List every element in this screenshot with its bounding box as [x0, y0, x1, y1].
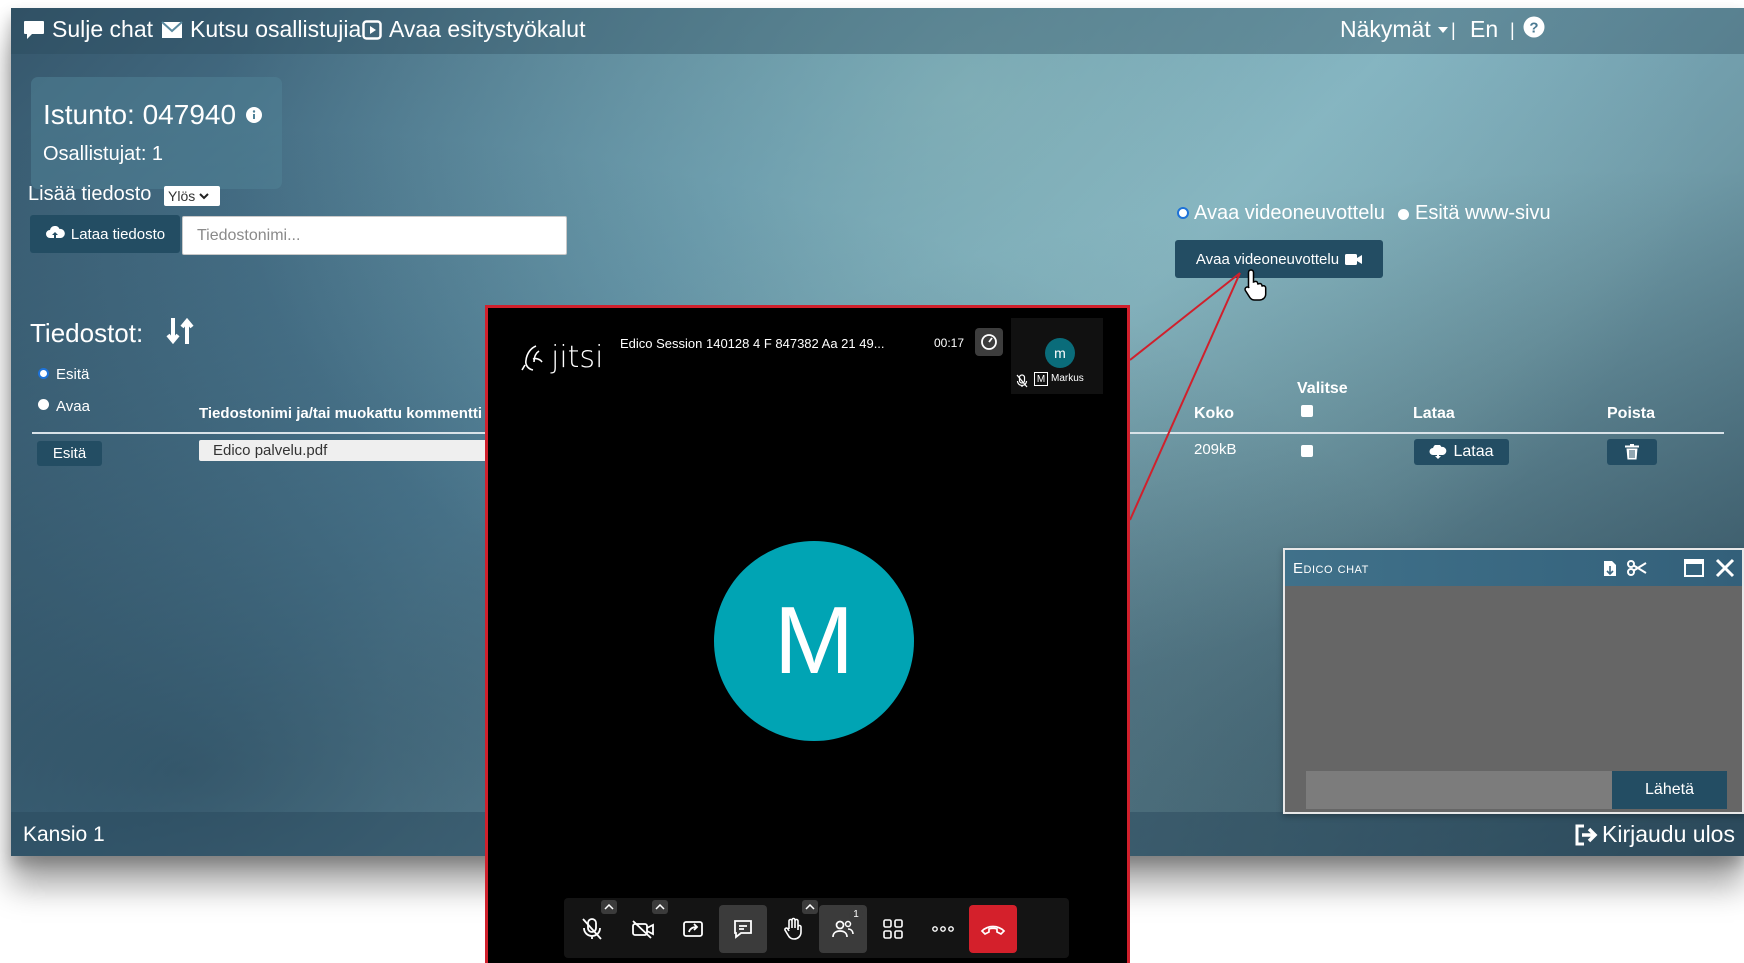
maximize-icon[interactable] — [1684, 559, 1704, 577]
screen: Sulje chat Kutsu osallistujia Avaa esity… — [0, 0, 1744, 963]
participants-button[interactable]: 1 — [819, 905, 867, 953]
moderator-badge: M — [1034, 372, 1048, 386]
speaker-avatar: M — [714, 541, 914, 741]
grid-icon — [883, 919, 903, 939]
scissors-icon[interactable] — [1627, 560, 1647, 576]
chevron-up-icon — [604, 904, 614, 910]
thumb-name: Markus — [1051, 373, 1084, 384]
jitsi-logo: jitsi — [521, 340, 603, 375]
jitsi-window: jitsi Edico Session 140128 4 F 847382 Aa… — [485, 305, 1130, 963]
gauge-icon — [981, 334, 997, 350]
camera-off-icon — [632, 920, 654, 939]
hangup-icon — [980, 925, 1006, 935]
screen-share-icon — [683, 921, 703, 937]
hand-cursor-icon — [1244, 269, 1267, 301]
mic-muted-icon — [1016, 374, 1028, 388]
chat-window: Edico chat Lähetä — [1283, 548, 1744, 814]
jitsi-logo-text: jitsi — [551, 340, 604, 375]
chat-title: Edico chat — [1293, 560, 1369, 577]
screen-share-button[interactable] — [669, 905, 717, 953]
raise-hand-icon — [784, 917, 802, 940]
send-message-button[interactable]: Lähetä — [1612, 771, 1727, 809]
camera-options-caret[interactable] — [652, 900, 668, 914]
chat-header: Edico chat — [1285, 550, 1742, 586]
mic-muted-icon — [582, 918, 602, 940]
chat-toggle-button[interactable] — [719, 905, 767, 953]
mic-options-caret[interactable] — [601, 900, 617, 914]
jitsi-session-title: Edico Session 140128 4 F 847382 Aa 21 49… — [620, 336, 885, 351]
chat-message-input[interactable] — [1306, 771, 1612, 809]
jitsi-toolbar: 1 — [564, 898, 1069, 958]
tile-view-button[interactable] — [869, 905, 917, 953]
close-icon[interactable] — [1715, 558, 1735, 578]
participant-thumbnail[interactable]: m M Markus — [1011, 318, 1103, 394]
save-chat-icon[interactable] — [1603, 560, 1617, 577]
connection-stats-button[interactable] — [975, 328, 1003, 356]
thumb-avatar: m — [1045, 338, 1075, 368]
hangup-button[interactable] — [969, 905, 1017, 953]
chevron-up-icon — [805, 904, 815, 910]
more-actions-button[interactable] — [919, 905, 967, 953]
participant-count-badge: 1 — [849, 907, 863, 921]
chat-bubble-icon — [734, 920, 752, 939]
more-icon — [932, 926, 954, 932]
jitsi-logo-icon — [521, 344, 543, 371]
reactions-caret[interactable] — [802, 900, 818, 914]
jitsi-timer: 00:17 — [934, 336, 965, 350]
participants-icon — [832, 920, 854, 938]
chevron-up-icon — [655, 904, 665, 910]
